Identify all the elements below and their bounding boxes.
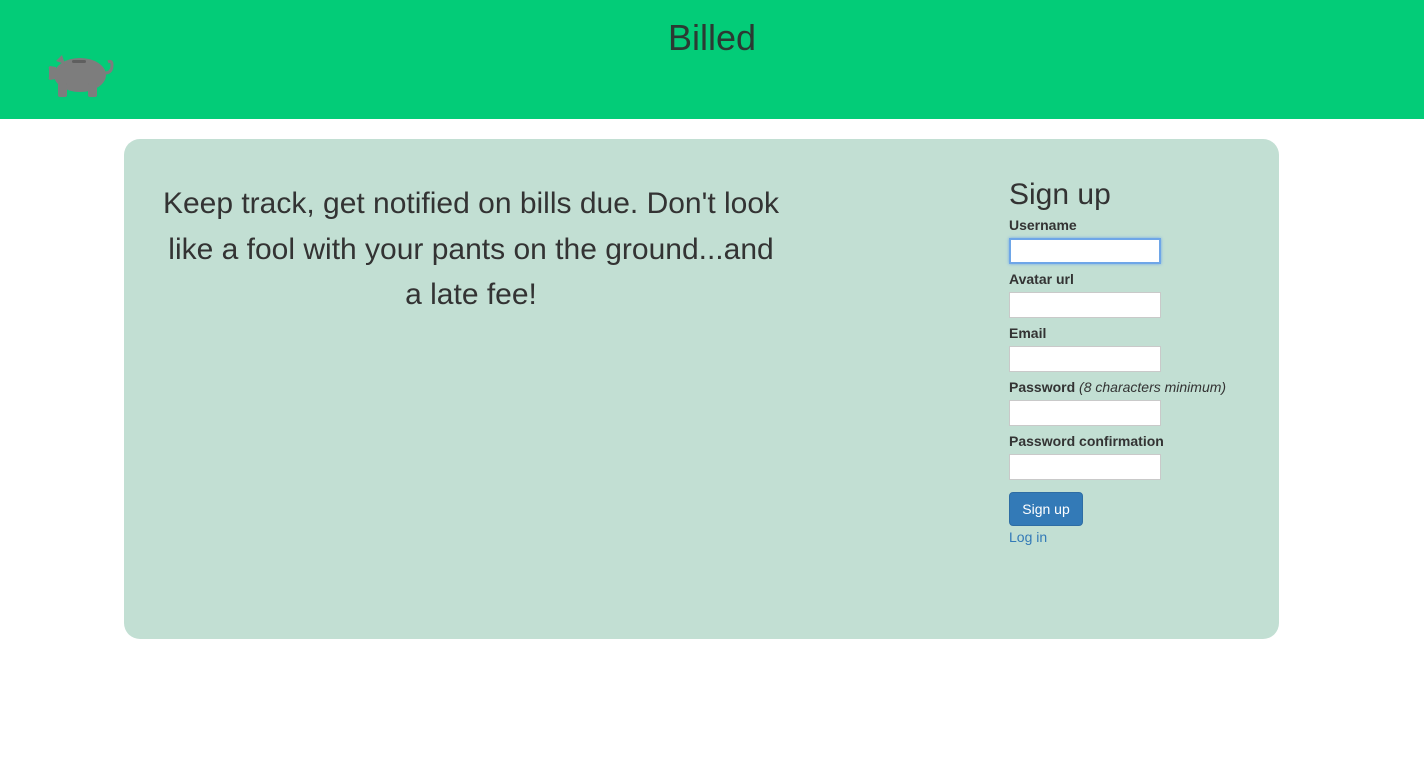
avatar-url-field[interactable] xyxy=(1009,292,1161,318)
username-label: Username xyxy=(1009,217,1077,233)
password-hint: (8 characters minimum) xyxy=(1079,379,1227,395)
signup-heading: Sign up xyxy=(1009,178,1111,211)
username-field[interactable] xyxy=(1009,238,1161,264)
email-field[interactable] xyxy=(1009,346,1161,372)
password-confirmation-field[interactable] xyxy=(1009,454,1161,480)
login-link[interactable]: Log in xyxy=(1009,527,1269,547)
password-label: Password xyxy=(1009,379,1076,395)
password-label-row: Password (8 characters minimum) xyxy=(1009,377,1269,397)
signup-form: Sign up Username Avatar url Email Passwo… xyxy=(1009,175,1269,547)
password-field[interactable] xyxy=(1009,400,1161,426)
app-header: Billed xyxy=(0,0,1424,119)
email-label: Email xyxy=(1009,325,1047,341)
password-confirmation-label: Password confirmation xyxy=(1009,433,1164,449)
avatar-url-label: Avatar url xyxy=(1009,271,1074,287)
tagline: Keep track, get notified on bills due. D… xyxy=(162,187,780,311)
app-title: Billed xyxy=(667,17,757,58)
signup-button[interactable]: Sign up xyxy=(1009,492,1083,526)
